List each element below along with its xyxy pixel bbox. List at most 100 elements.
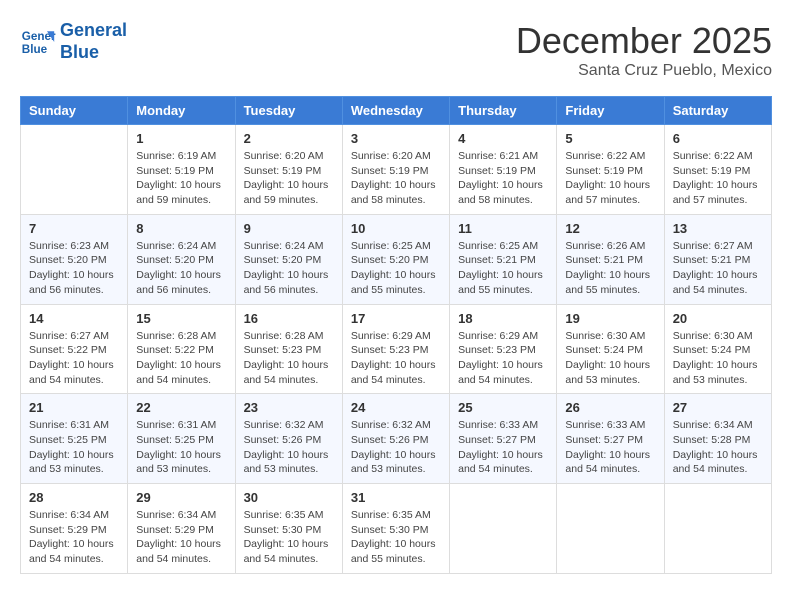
logo-text-line2: Blue <box>60 42 127 64</box>
calendar-week-5: 28Sunrise: 6:34 AM Sunset: 5:29 PM Dayli… <box>21 484 772 574</box>
day-number: 6 <box>673 131 763 146</box>
calendar-cell: 16Sunrise: 6:28 AM Sunset: 5:23 PM Dayli… <box>235 304 342 394</box>
calendar-cell: 15Sunrise: 6:28 AM Sunset: 5:22 PM Dayli… <box>128 304 235 394</box>
day-number: 30 <box>244 490 334 505</box>
day-info: Sunrise: 6:25 AM Sunset: 5:20 PM Dayligh… <box>351 239 441 298</box>
calendar-cell: 30 Sunrise: 6:35 AM Sunset: 5:30 PM Dayli… <box>235 484 342 574</box>
calendar-cell: 12 Sunrise: 6:26 AM Sunset: 5:21 PM Dayli… <box>557 214 664 304</box>
day-info: Sunrise: 6:34 AM Sunset: 5:29 PM Dayligh… <box>136 508 226 567</box>
day-info: Sunrise: 6:34 AM Sunset: 5:29 PM Dayligh… <box>29 508 119 567</box>
calendar-cell <box>557 484 664 574</box>
calendar-cell: 22Sunrise: 6:31 AM Sunset: 5:25 PM Dayli… <box>128 394 235 484</box>
day-number: 10 <box>351 221 441 236</box>
calendar-cell: 7 Sunrise: 6:23 AM Sunset: 5:20 PM Daylig… <box>21 214 128 304</box>
calendar-table: SundayMondayTuesdayWednesdayThursdayFrid… <box>20 96 772 574</box>
calendar-cell: 4 Sunrise: 6:21 AM Sunset: 5:19 PM Daylig… <box>450 125 557 215</box>
day-info: Sunrise: 6:32 AM Sunset: 5:26 PM Dayligh… <box>351 418 441 477</box>
calendar-cell: 26 Sunrise: 6:33 AM Sunset: 5:27 PM Dayli… <box>557 394 664 484</box>
calendar-header-row: SundayMondayTuesdayWednesdayThursdayFrid… <box>21 97 772 125</box>
day-info: Sunrise: 6:28 AM Sunset: 5:23 PM Dayligh… <box>244 329 334 388</box>
calendar-cell: 14Sunrise: 6:27 AM Sunset: 5:22 PM Dayli… <box>21 304 128 394</box>
day-number: 9 <box>244 221 334 236</box>
logo-icon: General Blue <box>20 24 56 60</box>
day-number: 4 <box>458 131 548 146</box>
calendar-week-1: 1Sunrise: 6:19 AM Sunset: 5:19 PM Daylig… <box>21 125 772 215</box>
day-info: Sunrise: 6:20 AM Sunset: 5:19 PM Dayligh… <box>351 149 441 208</box>
calendar-cell: 5 Sunrise: 6:22 AM Sunset: 5:19 PM Daylig… <box>557 125 664 215</box>
calendar-cell: 29 Sunrise: 6:34 AM Sunset: 5:29 PM Dayli… <box>128 484 235 574</box>
day-info: Sunrise: 6:31 AM Sunset: 5:25 PM Dayligh… <box>29 418 119 477</box>
day-number: 18 <box>458 311 548 326</box>
day-number: 23 <box>244 400 334 415</box>
calendar-cell <box>21 125 128 215</box>
day-info: Sunrise: 6:22 AM Sunset: 5:19 PM Dayligh… <box>565 149 655 208</box>
calendar-cell: 13Sunrise: 6:27 AM Sunset: 5:21 PM Dayli… <box>664 214 771 304</box>
day-number: 14 <box>29 311 119 326</box>
day-info: Sunrise: 6:30 AM Sunset: 5:24 PM Dayligh… <box>673 329 763 388</box>
calendar-cell: 9 Sunrise: 6:24 AM Sunset: 5:20 PM Daylig… <box>235 214 342 304</box>
month-title: December 2025 <box>516 20 772 62</box>
calendar-cell: 24 Sunrise: 6:32 AM Sunset: 5:26 PM Dayli… <box>342 394 449 484</box>
day-info: Sunrise: 6:23 AM Sunset: 5:20 PM Dayligh… <box>29 239 119 298</box>
day-info: Sunrise: 6:35 AM Sunset: 5:30 PM Dayligh… <box>244 508 334 567</box>
day-number: 13 <box>673 221 763 236</box>
calendar-week-4: 21 Sunrise: 6:31 AM Sunset: 5:25 PM Dayli… <box>21 394 772 484</box>
column-header-tuesday: Tuesday <box>235 97 342 125</box>
calendar-cell: 19 Sunrise: 6:30 AM Sunset: 5:24 PM Dayli… <box>557 304 664 394</box>
calendar-cell <box>450 484 557 574</box>
calendar-cell: 2 Sunrise: 6:20 AM Sunset: 5:19 PM Daylig… <box>235 125 342 215</box>
day-info: Sunrise: 6:33 AM Sunset: 5:27 PM Dayligh… <box>565 418 655 477</box>
day-info: Sunrise: 6:26 AM Sunset: 5:21 PM Dayligh… <box>565 239 655 298</box>
logo-text-line1: General <box>60 20 127 42</box>
day-number: 20 <box>673 311 763 326</box>
column-header-monday: Monday <box>128 97 235 125</box>
day-number: 31 <box>351 490 441 505</box>
day-number: 12 <box>565 221 655 236</box>
day-number: 27 <box>673 400 763 415</box>
column-header-thursday: Thursday <box>450 97 557 125</box>
day-info: Sunrise: 6:24 AM Sunset: 5:20 PM Dayligh… <box>244 239 334 298</box>
calendar-cell: 6 Sunrise: 6:22 AM Sunset: 5:19 PM Daylig… <box>664 125 771 215</box>
logo: General Blue General Blue <box>20 20 127 63</box>
calendar-cell: 17Sunrise: 6:29 AM Sunset: 5:23 PM Dayli… <box>342 304 449 394</box>
calendar-cell: 8Sunrise: 6:24 AM Sunset: 5:20 PM Daylig… <box>128 214 235 304</box>
day-number: 25 <box>458 400 548 415</box>
day-number: 8 <box>136 221 226 236</box>
column-header-sunday: Sunday <box>21 97 128 125</box>
day-info: Sunrise: 6:20 AM Sunset: 5:19 PM Dayligh… <box>244 149 334 208</box>
calendar-cell: 28Sunrise: 6:34 AM Sunset: 5:29 PM Dayli… <box>21 484 128 574</box>
calendar-cell: 23Sunrise: 6:32 AM Sunset: 5:26 PM Dayli… <box>235 394 342 484</box>
day-info: Sunrise: 6:19 AM Sunset: 5:19 PM Dayligh… <box>136 149 226 208</box>
day-info: Sunrise: 6:30 AM Sunset: 5:24 PM Dayligh… <box>565 329 655 388</box>
calendar-cell: 31Sunrise: 6:35 AM Sunset: 5:30 PM Dayli… <box>342 484 449 574</box>
day-number: 24 <box>351 400 441 415</box>
day-number: 2 <box>244 131 334 146</box>
calendar-cell: 3 Sunrise: 6:20 AM Sunset: 5:19 PM Daylig… <box>342 125 449 215</box>
day-number: 17 <box>351 311 441 326</box>
calendar-cell: 11Sunrise: 6:25 AM Sunset: 5:21 PM Dayli… <box>450 214 557 304</box>
day-number: 22 <box>136 400 226 415</box>
calendar-cell <box>664 484 771 574</box>
day-number: 21 <box>29 400 119 415</box>
day-number: 3 <box>351 131 441 146</box>
column-header-saturday: Saturday <box>664 97 771 125</box>
header: General Blue General Blue December 2025 … <box>20 20 772 80</box>
day-number: 26 <box>565 400 655 415</box>
calendar-cell: 21 Sunrise: 6:31 AM Sunset: 5:25 PM Dayli… <box>21 394 128 484</box>
day-info: Sunrise: 6:34 AM Sunset: 5:28 PM Dayligh… <box>673 418 763 477</box>
calendar-week-3: 14Sunrise: 6:27 AM Sunset: 5:22 PM Dayli… <box>21 304 772 394</box>
day-info: Sunrise: 6:22 AM Sunset: 5:19 PM Dayligh… <box>673 149 763 208</box>
svg-text:Blue: Blue <box>22 42 48 55</box>
day-info: Sunrise: 6:21 AM Sunset: 5:19 PM Dayligh… <box>458 149 548 208</box>
day-number: 19 <box>565 311 655 326</box>
column-header-wednesday: Wednesday <box>342 97 449 125</box>
day-number: 29 <box>136 490 226 505</box>
day-number: 7 <box>29 221 119 236</box>
day-info: Sunrise: 6:28 AM Sunset: 5:22 PM Dayligh… <box>136 329 226 388</box>
calendar-cell: 20 Sunrise: 6:30 AM Sunset: 5:24 PM Dayli… <box>664 304 771 394</box>
day-number: 5 <box>565 131 655 146</box>
day-info: Sunrise: 6:33 AM Sunset: 5:27 PM Dayligh… <box>458 418 548 477</box>
calendar-cell: 10 Sunrise: 6:25 AM Sunset: 5:20 PM Dayli… <box>342 214 449 304</box>
day-number: 11 <box>458 221 548 236</box>
calendar-cell: 27 Sunrise: 6:34 AM Sunset: 5:28 PM Dayli… <box>664 394 771 484</box>
